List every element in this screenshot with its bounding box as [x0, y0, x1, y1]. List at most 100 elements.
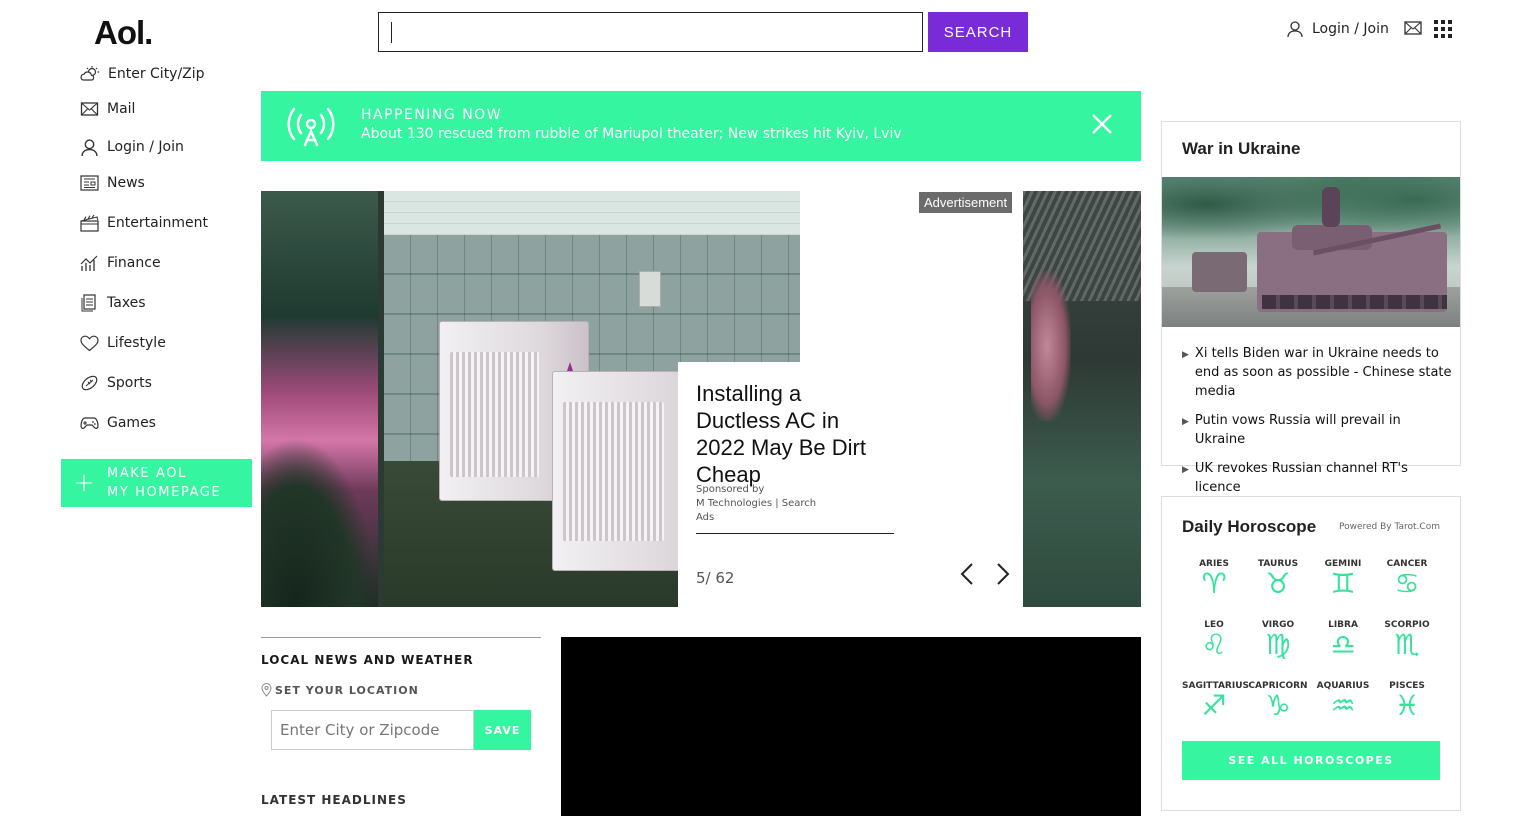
sign-gemini[interactable]: GEMINI ♊ [1311, 559, 1375, 599]
sidebar-item-weather[interactable]: Enter City/Zip [80, 63, 205, 85]
sign-virgo[interactable]: VIRGO ♍ [1246, 620, 1310, 660]
ad-caption-box[interactable]: Installing a Ductless AC in 2022 May Be … [678, 362, 1018, 607]
taurus-icon: ♉ [1265, 567, 1291, 600]
cancer-icon: ♋ [1394, 567, 1420, 600]
ad-title[interactable]: Installing a Ductless AC in 2022 May Be … [696, 380, 886, 488]
football-icon [81, 375, 98, 391]
sidebar-item-news[interactable]: News [80, 172, 145, 194]
happening-now-banner[interactable]: HAPPENING NOW About 130 rescued from rub… [261, 91, 1141, 161]
user-icon [81, 138, 98, 156]
sidebar-item-label: Lifestyle [107, 335, 166, 351]
search-input[interactable] [378, 12, 923, 52]
war-headline[interactable]: UK revokes Russian channel RT's licence [1195, 459, 1452, 497]
powered-by-label[interactable]: Powered By Tarot.Com [1339, 522, 1440, 532]
text-caret [391, 22, 392, 43]
war-card-image[interactable] [1162, 177, 1460, 327]
list-item[interactable]: ▶ UK revokes Russian channel RT's licence [1182, 459, 1452, 497]
sidebar-item-label: Login / Join [107, 139, 184, 155]
divider [696, 533, 894, 534]
aquarius-icon: ♒ [1330, 689, 1356, 722]
sign-capricorn[interactable]: CAPRICORN ♑ [1246, 681, 1310, 721]
libra-icon: ♎ [1330, 628, 1356, 661]
video-player[interactable] [561, 637, 1141, 816]
capricorn-icon: ♑ [1265, 689, 1291, 722]
header-login-label: Login / Join [1312, 21, 1389, 37]
sign-aries[interactable]: ARIES ♈ [1182, 559, 1246, 599]
sign-libra[interactable]: LIBRA ♎ [1311, 620, 1375, 660]
broadcast-icon [287, 107, 335, 147]
featured-carousel[interactable]: Advertisement Installing a Ductless AC i… [261, 191, 1141, 607]
close-icon[interactable] [1091, 113, 1113, 135]
latest-headlines-title: LATEST HEADLINES [261, 793, 407, 807]
sign-taurus[interactable]: TAURUS ♉ [1246, 559, 1310, 599]
see-all-horoscopes-button[interactable]: SEE ALL HOROSCOPES [1182, 741, 1440, 780]
location-pin-icon [261, 683, 272, 697]
weather-icon [80, 66, 99, 81]
banner-headline[interactable]: About 130 rescued from rubble of Mariupo… [361, 126, 902, 142]
homepage-line-2: MY HOMEPAGE [107, 485, 222, 500]
aries-icon: ♈ [1201, 567, 1227, 600]
sidebar-item-mail[interactable]: Mail [80, 98, 135, 120]
zipcode-input[interactable]: Enter City or Zipcode [271, 710, 474, 750]
slide-counter: 5/ 62 [696, 569, 735, 587]
header-login-link[interactable]: Login / Join [1286, 18, 1389, 40]
sign-pisces[interactable]: PISCES ♓ [1375, 681, 1439, 721]
sidebar-item-finance[interactable]: Finance [80, 252, 161, 274]
gemini-icon: ♊ [1330, 567, 1356, 600]
advertisement-label: Advertisement [919, 192, 1013, 213]
apps-grid-icon[interactable] [1434, 20, 1452, 38]
war-headlines-list: ▶ Xi tells Biden war in Ukraine needs to … [1182, 344, 1452, 507]
save-location-button[interactable]: SAVE [474, 710, 531, 750]
homepage-line-1: MAKE AOL [107, 466, 187, 481]
play-triangle-icon: ▶ [1182, 417, 1189, 427]
mail-icon[interactable] [1404, 20, 1422, 36]
search-button[interactable]: SEARCH [928, 12, 1028, 52]
sign-aquarius[interactable]: AQUARIUS ♒ [1311, 681, 1375, 721]
chevron-right-icon[interactable] [990, 562, 1014, 586]
virgo-icon: ♍ [1265, 628, 1291, 661]
documents-icon [81, 294, 96, 312]
war-headline[interactable]: Xi tells Biden war in Ukraine needs to e… [1195, 344, 1452, 401]
sponsored-by-label: Sponsored by [696, 484, 765, 495]
sign-cancer[interactable]: CANCER ♋ [1375, 559, 1439, 599]
daily-horoscope-card: Daily Horoscope Powered By Tarot.Com ARI… [1161, 496, 1461, 811]
sign-leo[interactable]: LEO ♌ [1182, 620, 1246, 660]
local-news-title: LOCAL NEWS AND WEATHER [261, 653, 474, 667]
banner-label: HAPPENING NOW [361, 107, 503, 123]
make-homepage-button[interactable]: + MAKE AOL MY HOMEPAGE [61, 459, 252, 507]
list-item[interactable]: ▶ Putin vows Russia will prevail in Ukrai… [1182, 411, 1452, 449]
sign-scorpio[interactable]: SCORPIO ♏ [1375, 620, 1439, 660]
set-location-label: SET YOUR LOCATION [275, 683, 419, 697]
sidebar-item-sports[interactable]: Sports [80, 372, 152, 394]
chevron-left-icon[interactable] [956, 562, 980, 586]
sponsor-name[interactable]: M Technologies | Search Ads [696, 498, 816, 523]
next-slide-image[interactable] [1023, 191, 1141, 607]
sidebar-item-lifestyle[interactable]: Lifestyle [80, 332, 166, 354]
war-card-title[interactable]: War in Ukraine [1182, 139, 1300, 159]
sidebar-item-label: Taxes [107, 295, 146, 311]
play-triangle-icon: ▶ [1182, 350, 1189, 360]
mail-icon [80, 102, 99, 116]
sidebar-item-login[interactable]: Login / Join [80, 136, 184, 158]
sidebar-item-label: Finance [107, 255, 161, 271]
sidebar-item-games[interactable]: Games [80, 412, 156, 434]
user-icon [1287, 21, 1303, 38]
sidebar-item-taxes[interactable]: Taxes [80, 292, 146, 314]
sidebar-item-label: News [107, 175, 145, 191]
previous-slide-image[interactable] [261, 191, 378, 607]
scorpio-icon: ♏ [1394, 628, 1420, 661]
sidebar-item-label: Mail [107, 101, 136, 117]
war-in-ukraine-card: War in Ukraine ▶ Xi tells Biden war in Uk… [1161, 121, 1461, 495]
play-triangle-icon: ▶ [1182, 465, 1189, 475]
clapperboard-icon [80, 214, 99, 232]
sidebar-item-entertainment[interactable]: Entertainment [80, 212, 208, 234]
heart-icon [80, 335, 99, 351]
sidebar-item-label: Enter City/Zip [108, 66, 205, 82]
aol-logo[interactable]: Aol. [94, 14, 153, 52]
sign-sagittarius[interactable]: SAGITTARIUS ♐ [1182, 681, 1249, 721]
war-headline[interactable]: Putin vows Russia will prevail in Ukrain… [1195, 411, 1452, 449]
horoscope-title: Daily Horoscope [1182, 517, 1317, 536]
set-location-link[interactable]: SET YOUR LOCATION [261, 683, 419, 697]
list-item[interactable]: ▶ Xi tells Biden war in Ukraine needs to … [1182, 344, 1452, 401]
ad-sponsor: Sponsored by M Technologies | Search Ads [696, 483, 821, 525]
